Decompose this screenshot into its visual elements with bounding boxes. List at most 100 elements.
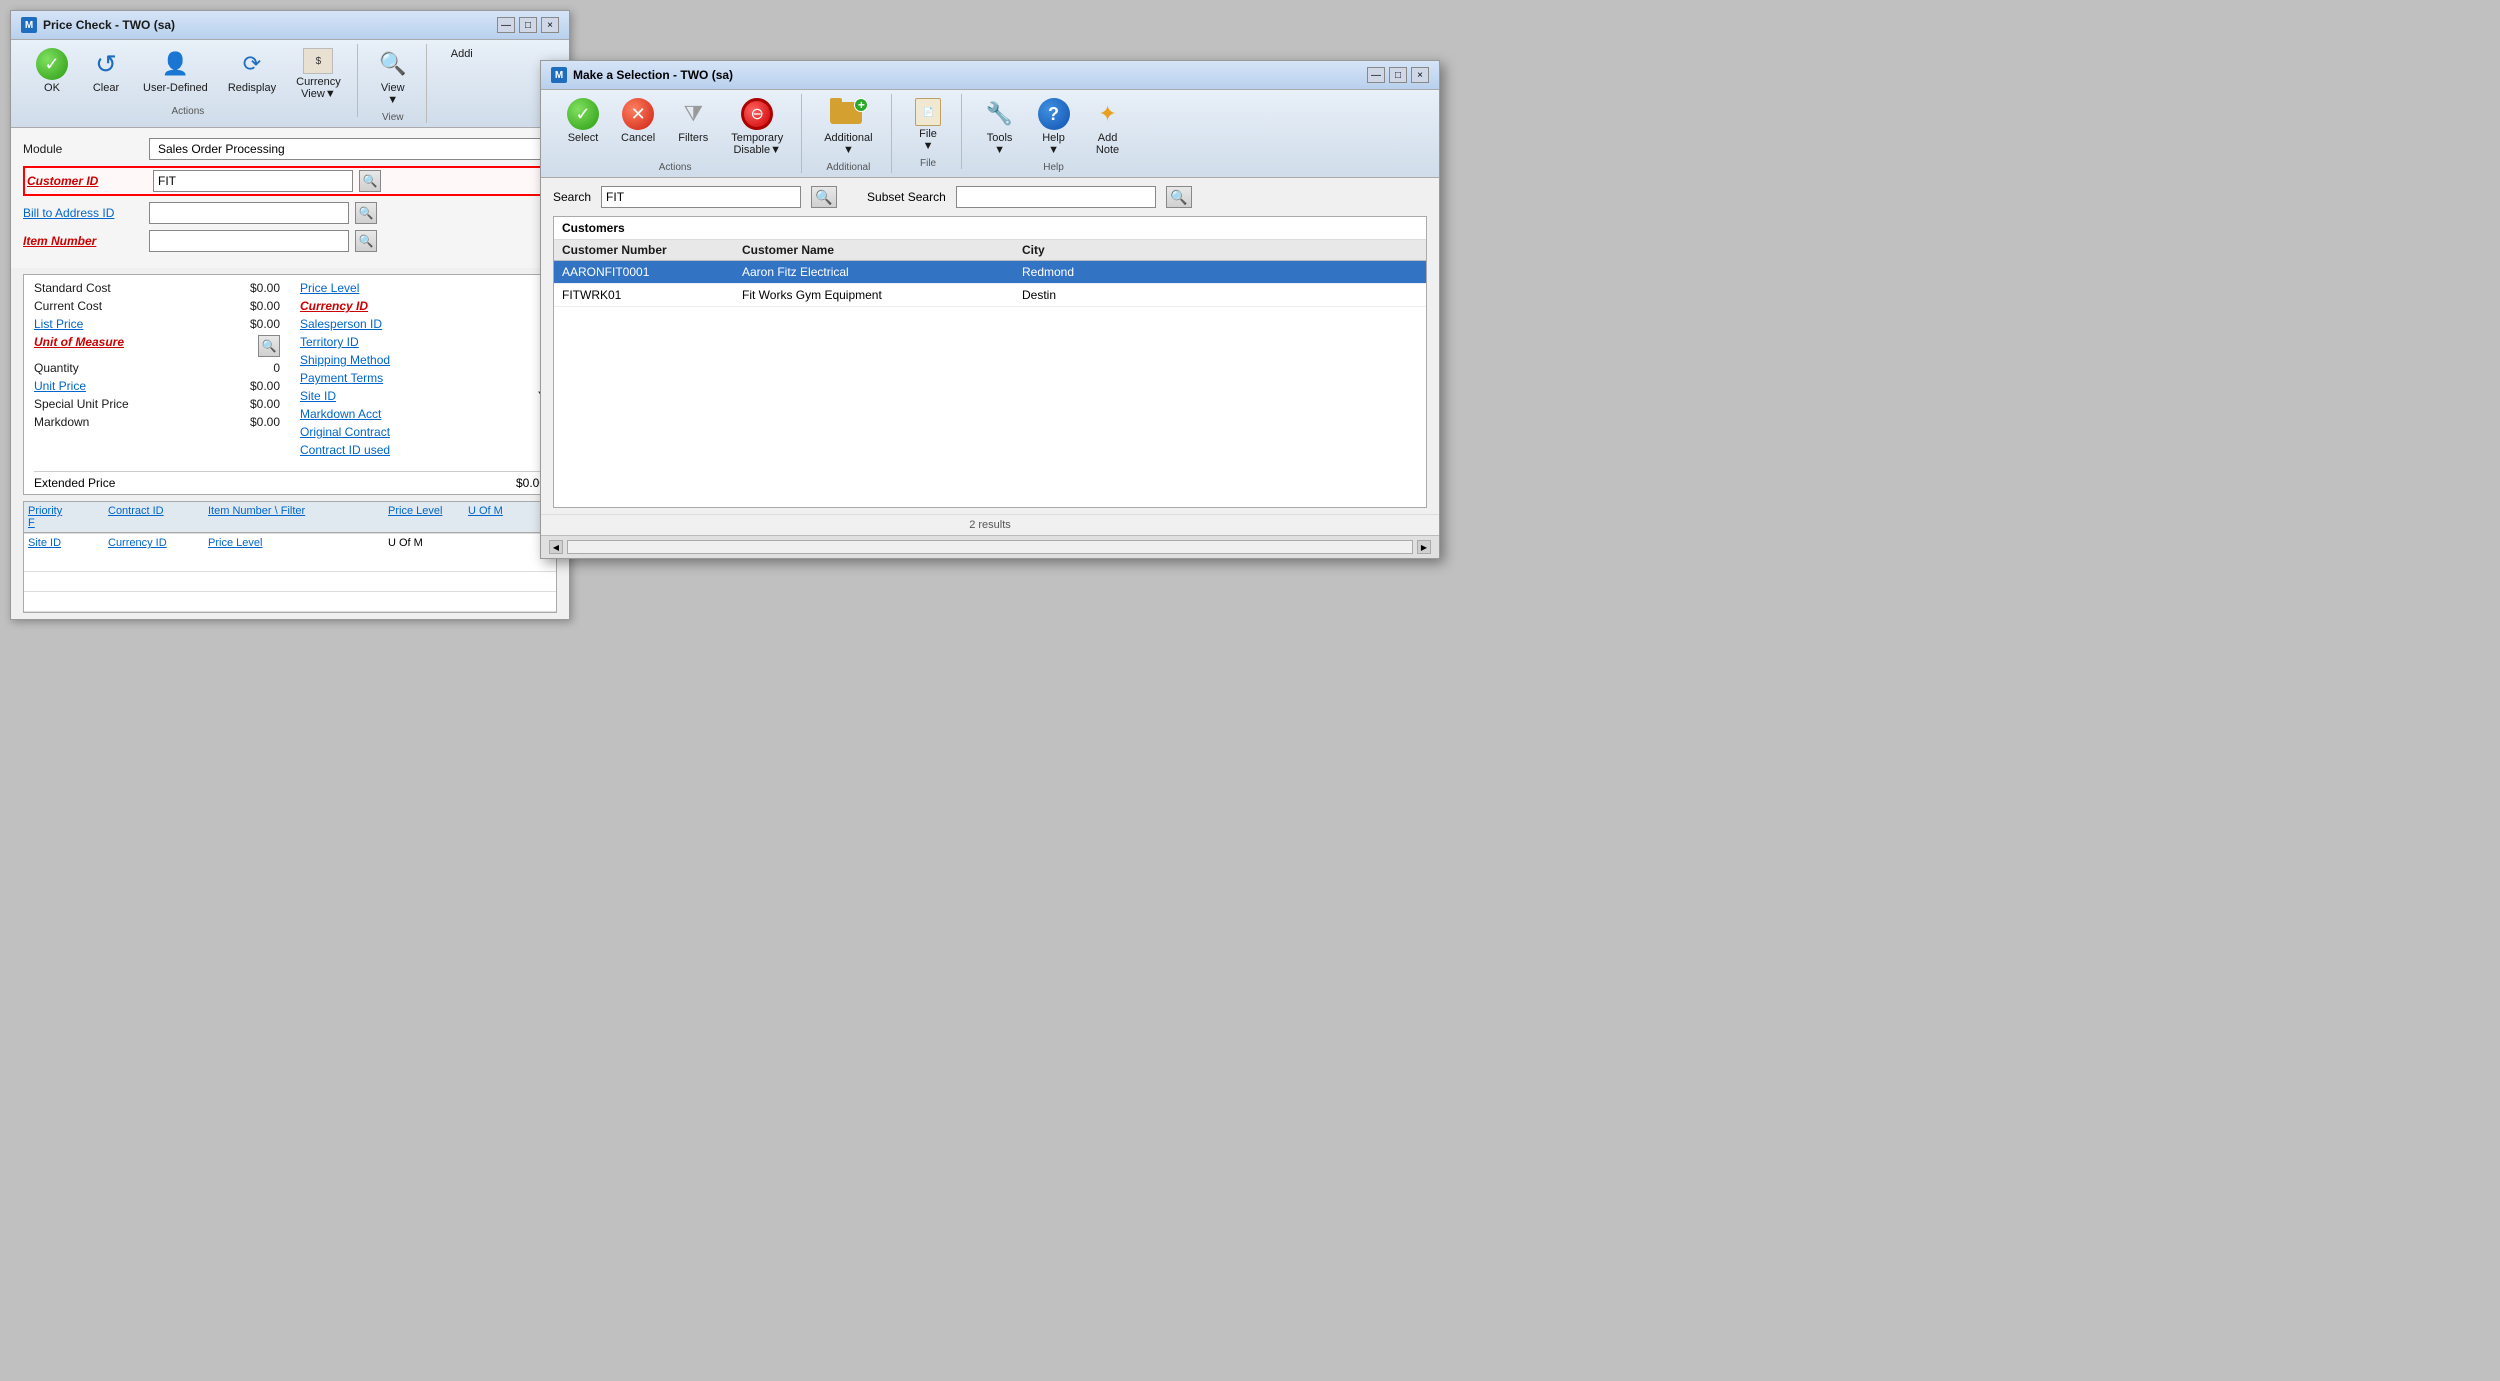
- actions-label: Actions: [171, 106, 204, 117]
- filters-icon: ⧩: [677, 98, 709, 130]
- markdown-row: Markdown $0.00: [34, 415, 280, 429]
- search-button[interactable]: 🔍: [811, 186, 837, 208]
- item-number-filter-col-header[interactable]: Item Number \ Filter: [208, 505, 388, 517]
- close-button[interactable]: ×: [541, 17, 559, 33]
- territory-id-label[interactable]: Territory ID: [300, 335, 359, 349]
- row2-extra: [1182, 288, 1418, 302]
- salesperson-id-label[interactable]: Salesperson ID: [300, 317, 382, 331]
- site-id-row: Site ID Y: [300, 389, 546, 403]
- bottom-table-row-2: [24, 572, 556, 592]
- bill-to-row: Bill to Address ID 🔍: [23, 202, 557, 224]
- redisplay-icon: ⟳: [236, 48, 268, 80]
- dialog-minimize-button[interactable]: —: [1367, 67, 1385, 83]
- left-data-col: Standard Cost $0.00 Current Cost $0.00 L…: [24, 275, 290, 467]
- payment-terms-row: Payment Terms: [300, 371, 546, 385]
- clear-button[interactable]: ↺ Clear: [81, 44, 131, 104]
- current-cost-label: Current Cost: [34, 299, 102, 313]
- add-note-button[interactable]: ✦ AddNote: [1084, 94, 1132, 160]
- ok-icon: ✓: [36, 48, 68, 80]
- file-button[interactable]: 📄 File▼: [906, 94, 951, 156]
- payment-terms-label[interactable]: Payment Terms: [300, 371, 383, 385]
- help-button[interactable]: ? Help▼: [1030, 94, 1078, 160]
- list-price-label[interactable]: List Price: [34, 317, 83, 331]
- addi-button[interactable]: Addi: [437, 44, 487, 64]
- bill-to-lookup-button[interactable]: 🔍: [355, 202, 377, 224]
- subset-search-button[interactable]: 🔍: [1166, 186, 1192, 208]
- ok-button[interactable]: ✓ OK: [27, 44, 77, 104]
- item-number-row: Item Number 🔍: [23, 230, 557, 252]
- redisplay-button[interactable]: ⟳ Redisplay: [220, 44, 284, 104]
- item-number-lookup-button[interactable]: 🔍: [355, 230, 377, 252]
- user-defined-button[interactable]: 👤 User-Defined: [135, 44, 216, 104]
- data-grid: Standard Cost $0.00 Current Cost $0.00 L…: [24, 275, 556, 467]
- row1-customer-number: AARONFIT0001: [562, 265, 742, 279]
- list-price-row: List Price $0.00: [34, 317, 280, 331]
- cancel-button[interactable]: ✕ Cancel: [613, 94, 663, 160]
- dialog-title-bar: M Make a Selection - TWO (sa) — □ ×: [541, 61, 1439, 90]
- priority-col-header: Priority: [28, 505, 108, 517]
- currency-id-col-label[interactable]: Currency ID: [108, 537, 208, 549]
- app-icon: M: [21, 17, 37, 33]
- help-label: Help▼: [1042, 132, 1065, 156]
- shipping-method-label[interactable]: Shipping Method: [300, 353, 390, 367]
- extended-price-row: Extended Price $0.00: [34, 471, 546, 490]
- contract-id-col-header[interactable]: Contract ID: [108, 505, 208, 517]
- select-label: Select: [568, 132, 599, 144]
- city-col: City: [1022, 243, 1182, 257]
- original-contract-label[interactable]: Original Contract: [300, 425, 390, 439]
- dialog-actions-label: Actions: [659, 162, 692, 173]
- currency-view-button[interactable]: $ CurrencyView▼: [288, 44, 349, 104]
- maximize-button[interactable]: □: [519, 17, 537, 33]
- view-button[interactable]: 🔍 View▼: [368, 44, 418, 110]
- scroll-right-button[interactable]: ▶: [1417, 540, 1431, 554]
- dialog-maximize-button[interactable]: □: [1389, 67, 1407, 83]
- unit-price-label[interactable]: Unit Price: [34, 379, 86, 393]
- dialog-toolbar: ✓ Select ✕ Cancel ⧩ Filters ⊖ TemporaryD…: [541, 90, 1439, 178]
- filters-button[interactable]: ⧩ Filters: [669, 94, 717, 160]
- standard-cost-value: $0.00: [250, 281, 280, 295]
- bill-to-label[interactable]: Bill to Address ID: [23, 206, 143, 220]
- price-level-col-header[interactable]: Price Level: [388, 505, 468, 517]
- result-count: 2 results: [969, 519, 1011, 531]
- row2-city: Destin: [1022, 288, 1182, 302]
- module-row: Module Sales Order Processing: [23, 138, 557, 160]
- price-level-label[interactable]: Price Level: [300, 281, 359, 295]
- site-id-col-label[interactable]: Site ID: [28, 537, 108, 549]
- dialog-title-controls: — □ ×: [1367, 67, 1429, 83]
- search-input[interactable]: [601, 186, 801, 208]
- markdown-acct-label[interactable]: Markdown Acct: [300, 407, 381, 421]
- select-button[interactable]: ✓ Select: [559, 94, 607, 160]
- temporary-disable-label: TemporaryDisable▼: [731, 132, 783, 156]
- module-select[interactable]: Sales Order Processing: [149, 138, 557, 160]
- price-level-sub-label[interactable]: Price Level: [208, 537, 388, 549]
- subset-search-input[interactable]: [956, 186, 1156, 208]
- salesperson-id-row: Salesperson ID: [300, 317, 546, 331]
- dialog-additional-section: + Additional▼ Additional: [806, 94, 891, 173]
- scroll-left-button[interactable]: ◀: [549, 540, 563, 554]
- currency-icon: $: [303, 48, 333, 74]
- scroll-track[interactable]: [567, 540, 1413, 554]
- customer-id-row: Customer ID 🔍: [23, 166, 557, 196]
- customer-id-input[interactable]: [153, 170, 353, 192]
- unit-of-measure-lookup-button[interactable]: 🔍: [258, 335, 280, 357]
- results-section: Customers Customer Number Customer Name …: [553, 216, 1427, 508]
- bottom-table-row-1: [24, 552, 556, 572]
- temporary-disable-button[interactable]: ⊖ TemporaryDisable▼: [723, 94, 791, 160]
- results-row-1[interactable]: AARONFIT0001 Aaron Fitz Electrical Redmo…: [554, 261, 1426, 284]
- item-number-input[interactable]: [149, 230, 349, 252]
- main-title-bar: M Price Check - TWO (sa) — □ ×: [11, 11, 569, 40]
- currency-view-label: CurrencyView▼: [296, 76, 341, 100]
- results-row-2[interactable]: FITWRK01 Fit Works Gym Equipment Destin: [554, 284, 1426, 307]
- bill-to-input[interactable]: [149, 202, 349, 224]
- tools-button[interactable]: 🔧 Tools▼: [976, 94, 1024, 160]
- contract-id-used-label[interactable]: Contract ID used: [300, 443, 390, 457]
- dialog-tools-buttons: 🔧 Tools▼ ? Help▼ ✦ AddNote: [976, 94, 1132, 160]
- customer-id-lookup-button[interactable]: 🔍: [359, 170, 381, 192]
- dialog-file-label: File: [920, 158, 936, 169]
- filters-label: Filters: [678, 132, 708, 144]
- dialog-close-button[interactable]: ×: [1411, 67, 1429, 83]
- addi-section: Addi: [429, 44, 495, 64]
- site-id-label[interactable]: Site ID: [300, 389, 336, 403]
- minimize-button[interactable]: —: [497, 17, 515, 33]
- additional-button[interactable]: + Additional▼: [816, 94, 880, 160]
